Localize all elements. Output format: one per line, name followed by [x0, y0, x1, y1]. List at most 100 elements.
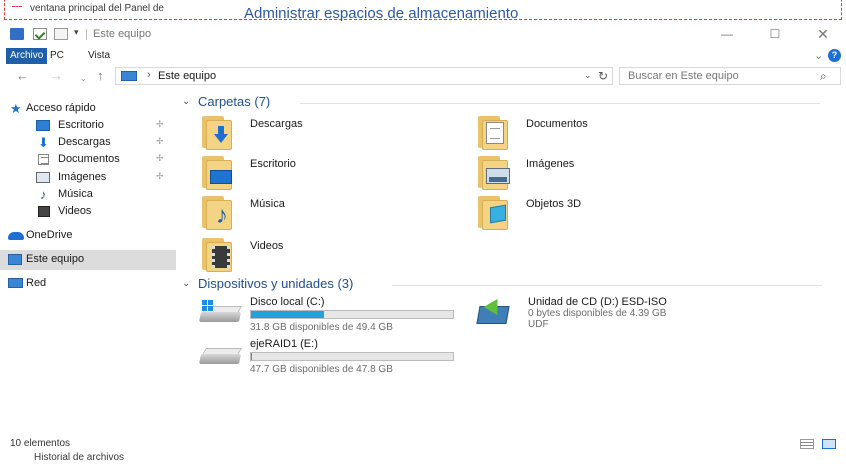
search-placeholder: Buscar en Este equipo — [628, 70, 739, 82]
item-count: 10 elementos — [10, 438, 71, 449]
folder-name: Descargas — [250, 118, 303, 130]
breadcrumb-separator[interactable]: › — [147, 69, 151, 81]
music-icon: ♪ — [40, 187, 47, 202]
recent-locations-icon[interactable]: ⌄ — [80, 71, 87, 87]
this-pc-icon — [8, 254, 22, 265]
drive-ejeraid1-e[interactable]: ejeRAID1 (E:) 47.7 GB disponibles de 47.… — [198, 338, 468, 382]
drive-free-space: 47.7 GB disponibles de 47.8 GB — [250, 364, 393, 375]
folder-name: Videos — [250, 240, 284, 252]
quick-access-star-icon: ★ — [10, 101, 22, 116]
minimize-button[interactable]: — — [712, 25, 742, 43]
chevron-down-icon[interactable]: ⌄ — [182, 96, 190, 107]
folders-group-title: Carpetas (7) — [198, 94, 271, 109]
sidebar-item-musica[interactable]: ♪ Música — [0, 186, 176, 204]
sidebar-item-imagenes[interactable]: Imágenes ✢ — [0, 169, 176, 187]
folder-name: Escritorio — [250, 158, 296, 170]
desktop-icon — [36, 120, 50, 131]
maximize-button[interactable]: ☐ — [760, 25, 790, 43]
drive-disco-local-c[interactable]: Disco local (C:) 31.8 GB disponibles de … — [198, 296, 468, 340]
music-folder-icon: ♪ — [200, 196, 236, 230]
sidebar-item-escritorio[interactable]: Escritorio ✢ — [0, 117, 176, 135]
search-icon[interactable]: ⌕ — [820, 69, 827, 84]
ribbon-collapse-icon[interactable]: ⌄ — [814, 49, 823, 62]
search-input[interactable]: Buscar en Este equipo ⌕ — [619, 67, 841, 85]
drive-filesystem: UDF — [528, 319, 549, 330]
downloads-folder-icon — [200, 116, 236, 150]
drive-name: Disco local (C:) — [250, 296, 325, 308]
background-window-fragment-bottom: Historial de archivos — [0, 452, 846, 464]
explorer-folder-icon[interactable] — [10, 28, 24, 40]
windows-drive-icon — [198, 300, 243, 326]
folder-musica[interactable]: ♪ Música — [200, 196, 440, 234]
devices-group-header[interactable]: ⌄ Dispositivos y unidades (3) — [182, 276, 822, 294]
onedrive-cloud-icon — [8, 232, 24, 240]
breadcrumb-este-equipo[interactable]: Este equipo — [158, 70, 216, 82]
refresh-icon[interactable]: ↻ — [598, 69, 608, 83]
close-button[interactable]: ✕ — [808, 25, 838, 43]
back-button[interactable]: ← — [16, 68, 29, 84]
sidebar-item-onedrive[interactable]: OneDrive — [0, 227, 176, 245]
folder-name: Objetos 3D — [526, 198, 582, 210]
documents-icon — [38, 154, 49, 165]
folder-descargas[interactable]: Descargas — [200, 116, 440, 154]
address-dropdown-icon[interactable]: ⌄ — [584, 70, 592, 81]
sidebar-item-documentos[interactable]: Documentos ✢ — [0, 151, 176, 169]
sidebar-item-label: Acceso rápido — [26, 102, 96, 114]
video-icon — [38, 206, 50, 217]
download-icon: ⬇ — [38, 135, 49, 150]
new-folder-icon[interactable] — [54, 28, 68, 40]
group-divider — [300, 103, 820, 104]
drive-free-space: 31.8 GB disponibles de 49.4 GB — [250, 322, 393, 333]
drive-usage-bar — [250, 310, 454, 319]
folder-documentos[interactable]: Documentos — [476, 116, 716, 154]
title-separator — [86, 29, 87, 40]
desktop-folder-icon — [200, 156, 236, 190]
pin-icon[interactable]: ✢ — [156, 136, 164, 147]
pin-icon[interactable]: ✢ — [156, 119, 164, 130]
forward-button[interactable]: → — [50, 68, 63, 84]
folder-videos[interactable]: Videos — [200, 238, 440, 276]
documents-folder-icon — [476, 116, 512, 150]
background-heading[interactable]: Administrar espacios de almacenamiento — [244, 5, 518, 22]
sidebar-item-acceso-rapido[interactable]: ★ Acceso rápido — [0, 100, 176, 118]
up-button[interactable]: ↑ — [97, 68, 104, 84]
tab-archivo[interactable]: Archivo — [6, 48, 48, 64]
sidebar-item-label: Documentos — [58, 153, 120, 165]
this-pc-icon — [121, 71, 137, 81]
properties-check-icon[interactable] — [33, 28, 47, 40]
pin-icon[interactable]: ✢ — [156, 171, 164, 182]
network-icon — [8, 278, 23, 288]
address-row: ← → ⌄ ↑ › Este equipo ⌄ ↻ Buscar en Este… — [0, 66, 846, 86]
sidebar-item-label: Escritorio — [58, 119, 104, 131]
tab-vista[interactable]: Vista — [82, 48, 116, 64]
drive-usage-fill — [251, 311, 324, 318]
window-title: Este equipo — [93, 28, 152, 40]
details-view-icon[interactable] — [800, 439, 814, 449]
large-icons-view-icon[interactable] — [822, 439, 836, 449]
images-icon — [36, 172, 50, 183]
sidebar-item-este-equipo[interactable]: Este equipo — [0, 250, 176, 270]
sidebar-item-red[interactable]: Red — [0, 275, 176, 293]
pin-icon[interactable]: ✢ — [156, 153, 164, 164]
address-bar[interactable]: › Este equipo ⌄ ↻ — [115, 67, 613, 85]
folder-imagenes[interactable]: Imágenes — [476, 156, 716, 194]
folder-objetos-3d[interactable]: Objetos 3D — [476, 196, 716, 234]
sidebar-item-videos[interactable]: Videos — [0, 203, 176, 221]
folders-group-header[interactable]: ⌄ Carpetas (7) — [182, 94, 822, 112]
navigation-pane: ★ Acceso rápido Escritorio ✢ ⬇ Descargas… — [0, 96, 176, 436]
chevron-down-icon[interactable]: ⌄ — [182, 278, 190, 289]
folder-name: Documentos — [526, 118, 588, 130]
sidebar-item-label: Música — [58, 188, 93, 200]
background-text-left: ventana principal del Panel de — [30, 3, 164, 14]
tab-pc[interactable]: PC — [44, 48, 70, 64]
background-window-fragment: ventana principal del Panel de Administr… — [0, 0, 846, 22]
help-icon[interactable]: ? — [828, 49, 841, 62]
drive-unidad-cd-d[interactable]: Unidad de CD (D:) ESD-ISO 0 bytes dispon… — [476, 294, 736, 340]
quick-access-dropdown-icon[interactable]: ▾ — [74, 27, 79, 38]
sidebar-item-descargas[interactable]: ⬇ Descargas ✢ — [0, 134, 176, 152]
3d-objects-folder-icon — [476, 196, 512, 230]
sidebar-item-label: Videos — [58, 205, 92, 217]
title-bar: ▾ Este equipo — ☐ ✕ — [0, 22, 846, 46]
folder-escritorio[interactable]: Escritorio — [200, 156, 440, 194]
sidebar-item-label: Descargas — [58, 136, 111, 148]
